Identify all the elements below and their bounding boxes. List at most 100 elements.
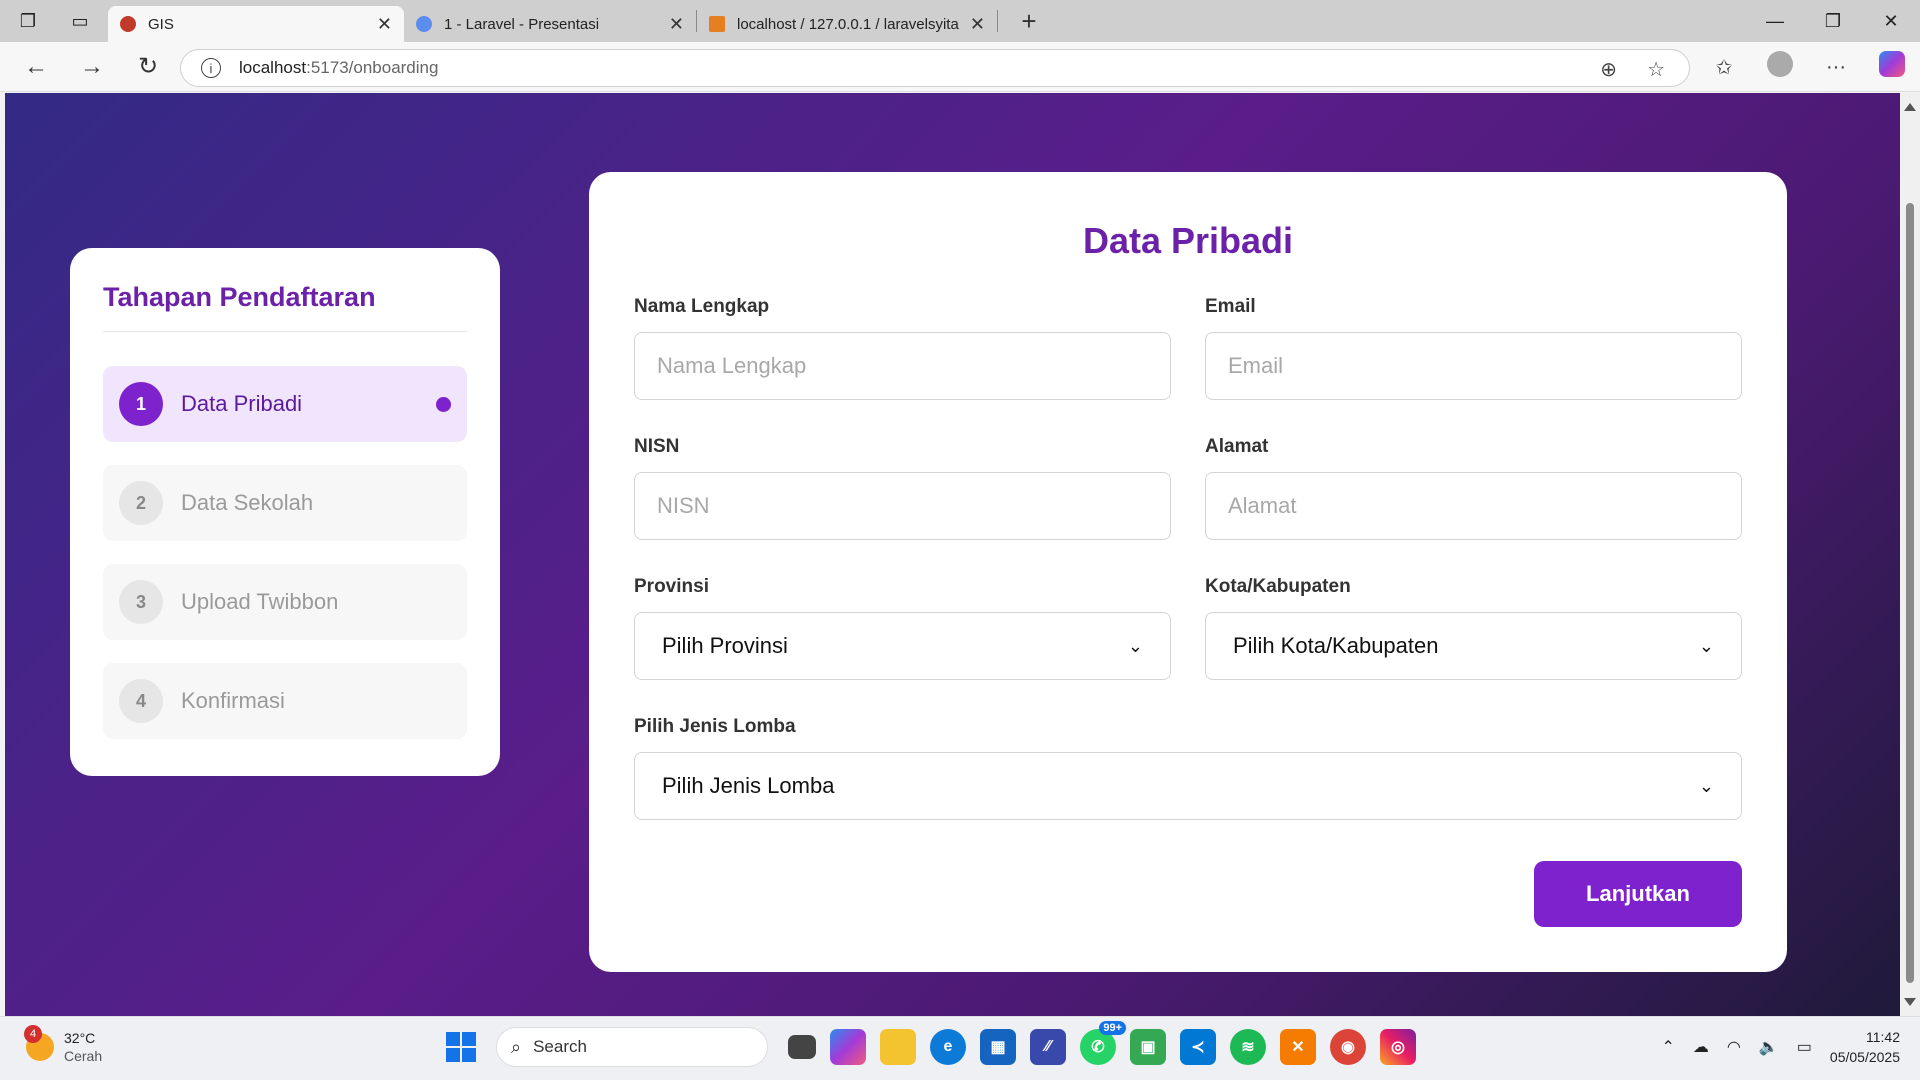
restore-icon[interactable]: ❐ xyxy=(1804,11,1862,32)
page-scrollbar[interactable] xyxy=(1900,93,1920,1016)
vscode-icon[interactable]: ≺ xyxy=(1180,1029,1216,1065)
whatsapp-icon[interactable]: ✆ 99+ xyxy=(1080,1021,1126,1065)
registration-steps-panel: Tahapan Pendaftaran 1 Data Pribadi 2 Dat… xyxy=(70,248,500,776)
tab-laravel-presentasi[interactable]: 1 - Laravel - Presentasi ✕ xyxy=(404,6,696,42)
volume-icon[interactable]: 🔈 xyxy=(1759,1037,1779,1057)
file-explorer-icon[interactable] xyxy=(880,1029,916,1065)
provinsi-select[interactable]: Pilih Provinsi ⌄ xyxy=(634,612,1171,680)
forward-arrow-icon[interactable]: → xyxy=(64,53,120,81)
editor-app-icon[interactable]: ⁄⁄ xyxy=(1030,1029,1066,1065)
microsoft-store-icon[interactable]: ▦ xyxy=(980,1029,1016,1065)
browser-tab-strip: ❐ ▭ GIS ✕ 1 - Laravel - Presentasi ✕ loc… xyxy=(0,0,1920,42)
new-tab-button[interactable]: + xyxy=(1014,6,1044,37)
url-path: :5173/onboarding xyxy=(306,58,439,77)
reload-icon[interactable]: ↻ xyxy=(120,52,176,81)
kota-label: Kota/Kabupaten xyxy=(1205,576,1351,597)
scroll-down-icon[interactable] xyxy=(1904,998,1916,1006)
tab-actions-icon[interactable]: ▭ xyxy=(66,7,94,35)
step-number: 3 xyxy=(119,580,163,624)
alamat-label: Alamat xyxy=(1205,436,1269,457)
nisn-input[interactable] xyxy=(634,472,1171,540)
xampp-icon[interactable]: ✕ xyxy=(1280,1029,1316,1065)
chrome-icon[interactable]: ◉ xyxy=(1330,1029,1366,1065)
workspaces-icon[interactable]: ❐ xyxy=(14,7,42,35)
nama-lengkap-input[interactable] xyxy=(634,332,1171,400)
personal-data-form-card: Data Pribadi Nama Lengkap Email NISN Ala… xyxy=(589,172,1787,972)
url-bar[interactable]: i localhost:5173/onboarding ⊕ ☆ xyxy=(180,49,1690,87)
steps-title: Tahapan Pendaftaran xyxy=(103,282,467,332)
gis-favicon-icon xyxy=(120,16,136,32)
windows-taskbar: 4 32°C Cerah ⌕ Search e ▦ ⁄⁄ ✆ 99+ ▣ ≺ ≋ … xyxy=(0,1016,1920,1080)
weather-widget[interactable]: 4 32°C Cerah xyxy=(24,1025,102,1065)
provinsi-label: Provinsi xyxy=(634,576,709,597)
search-icon: ⌕ xyxy=(511,1036,522,1057)
close-window-icon[interactable]: ✕ xyxy=(1862,11,1920,32)
copilot-app-icon[interactable] xyxy=(830,1029,866,1065)
zoom-icon[interactable]: ⊕ xyxy=(1600,57,1617,82)
google-classroom-icon[interactable]: ▣ xyxy=(1130,1029,1166,1065)
clock-time: 11:42 xyxy=(1866,1029,1900,1045)
profile-avatar-icon[interactable] xyxy=(1752,51,1808,83)
favorite-star-icon[interactable]: ☆ xyxy=(1647,57,1665,82)
active-step-indicator xyxy=(436,397,451,412)
search-label: Search xyxy=(533,1037,587,1056)
windows-start-icon[interactable] xyxy=(446,1032,476,1062)
sun-icon: 4 xyxy=(24,1025,54,1061)
jenis-lomba-select[interactable]: Pilih Jenis Lomba ⌄ xyxy=(634,752,1742,820)
laravel-favicon-icon xyxy=(416,16,432,32)
tab-gis[interactable]: GIS ✕ xyxy=(108,6,404,42)
lanjutkan-button[interactable]: Lanjutkan xyxy=(1534,861,1742,927)
nama-label: Nama Lengkap xyxy=(634,296,770,317)
minimize-icon[interactable]: — xyxy=(1746,11,1804,32)
step-number: 2 xyxy=(119,481,163,525)
more-menu-icon[interactable]: ··· xyxy=(1808,56,1864,79)
close-tab-icon[interactable]: ✕ xyxy=(669,14,684,35)
scrollbar-thumb[interactable] xyxy=(1906,203,1914,983)
task-view-icon[interactable] xyxy=(788,1035,816,1059)
chevron-down-icon: ⌄ xyxy=(1127,635,1143,656)
lomba-selected-value: Pilih Jenis Lomba xyxy=(662,773,835,798)
chevron-down-icon: ⌄ xyxy=(1698,635,1714,656)
kota-kabupaten-select[interactable]: Pilih Kota/Kabupaten ⌄ xyxy=(1205,612,1742,680)
weather-badge: 4 xyxy=(24,1025,42,1043)
step-data-pribadi[interactable]: 1 Data Pribadi xyxy=(103,366,467,442)
close-tab-icon[interactable]: ✕ xyxy=(377,14,392,35)
clock-date: 05/05/2025 xyxy=(1829,1049,1900,1065)
battery-icon[interactable]: ▭ xyxy=(1797,1037,1812,1057)
phpmyadmin-favicon-icon xyxy=(709,16,725,32)
scroll-up-icon[interactable] xyxy=(1904,103,1916,111)
url-host: localhost xyxy=(239,58,307,77)
email-input[interactable] xyxy=(1205,332,1742,400)
favorites-icon[interactable]: ✩ xyxy=(1696,55,1752,80)
instagram-icon[interactable]: ◎ xyxy=(1380,1029,1416,1065)
whatsapp-badge: 99+ xyxy=(1099,1021,1126,1035)
spotify-icon[interactable]: ≋ xyxy=(1230,1029,1266,1065)
step-number: 4 xyxy=(119,679,163,723)
step-number: 1 xyxy=(119,382,163,426)
chevron-down-icon: ⌄ xyxy=(1698,775,1714,796)
taskbar-search[interactable]: ⌕ Search xyxy=(496,1027,768,1067)
tab-divider xyxy=(997,10,998,32)
onedrive-icon[interactable]: ☁ xyxy=(1693,1037,1709,1057)
step-konfirmasi[interactable]: 4 Konfirmasi xyxy=(103,663,467,739)
email-label: Email xyxy=(1205,296,1256,317)
site-info-icon[interactable]: i xyxy=(201,58,221,78)
step-label: Data Pribadi xyxy=(181,391,303,416)
edge-browser-icon[interactable]: e xyxy=(930,1029,966,1065)
close-tab-icon[interactable]: ✕ xyxy=(970,14,985,35)
copilot-icon[interactable] xyxy=(1864,51,1920,83)
step-upload-twibbon[interactable]: 3 Upload Twibbon xyxy=(103,564,467,640)
system-clock[interactable]: 11:42 05/05/2025 xyxy=(1830,1027,1900,1067)
chevron-up-icon[interactable]: ⌃ xyxy=(1662,1037,1675,1057)
wifi-icon[interactable]: ◠ xyxy=(1727,1037,1741,1057)
nisn-label: NISN xyxy=(634,436,680,457)
alamat-input[interactable] xyxy=(1205,472,1742,540)
back-arrow-icon[interactable]: ← xyxy=(8,53,64,81)
provinsi-selected-value: Pilih Provinsi xyxy=(662,633,788,658)
address-toolbar: ← → ↻ i localhost:5173/onboarding ⊕ ☆ ✩ … xyxy=(0,42,1920,92)
step-data-sekolah[interactable]: 2 Data Sekolah xyxy=(103,465,467,541)
tab-phpmyadmin[interactable]: localhost / 127.0.0.1 / laravelsyita ✕ xyxy=(697,6,997,42)
lomba-label: Pilih Jenis Lomba xyxy=(634,716,796,737)
step-label: Upload Twibbon xyxy=(181,589,339,614)
step-label: Data Sekolah xyxy=(181,490,314,515)
